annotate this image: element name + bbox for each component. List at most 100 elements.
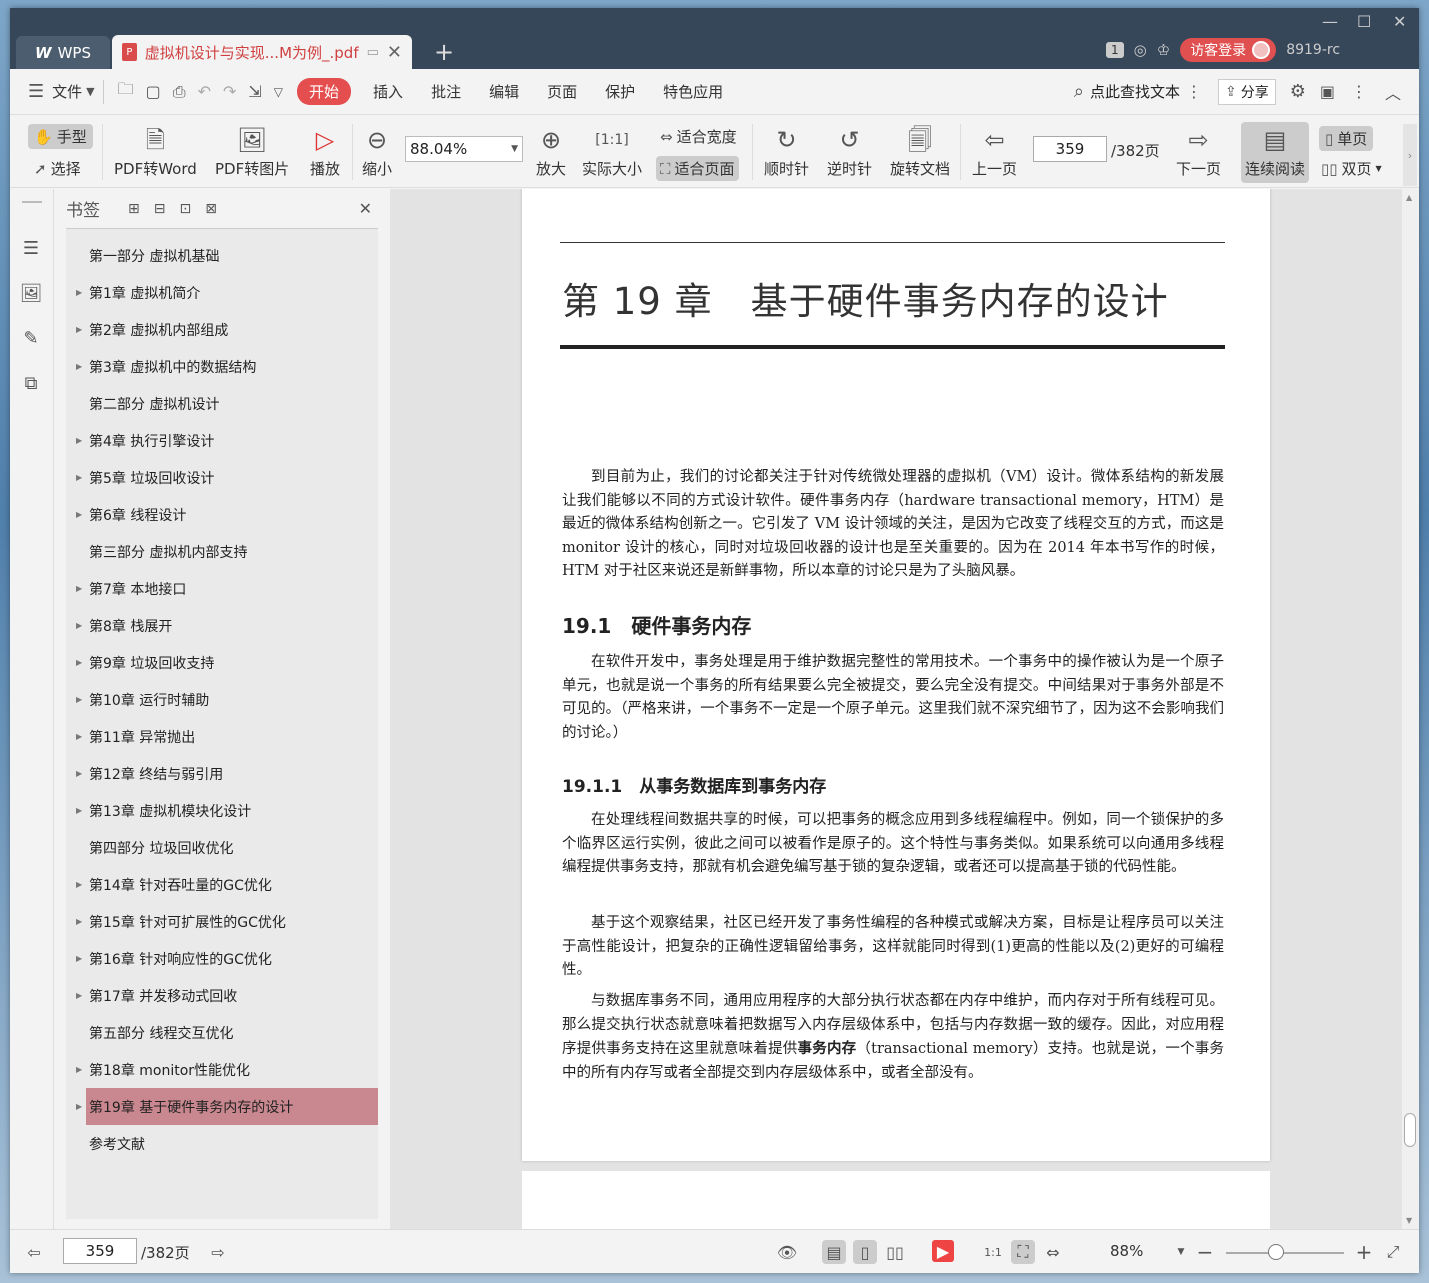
bookmark-item[interactable]: 第三部分 虚拟机内部支持 [66,533,378,570]
redo-icon[interactable]: ↷ [223,82,236,101]
tab-start[interactable]: 开始 [297,78,352,105]
close-icon[interactable]: ✕ [359,199,372,218]
rotate-clockwise-button[interactable]: ↻ 顺时针 [764,122,809,179]
eye-icon[interactable]: 👁 [775,1240,799,1264]
bookmark-item[interactable]: ▶ 第8章 栈展开 [66,607,378,644]
collapse-all-icon[interactable]: ⊟ [154,201,166,217]
expand-arrow-icon[interactable]: ▶ [76,1102,82,1111]
actual-size-icon[interactable]: 1:1 [981,1240,1005,1264]
bookmark-item[interactable]: ▶ 第15章 针对可扩展性的GC优化 [66,903,378,940]
expand-arrow-icon[interactable]: ▶ [76,658,82,667]
next-page-button[interactable]: ⇨ 下一页 [1176,122,1221,179]
attachment-icon[interactable]: ⧉ [20,372,42,394]
single-page-button[interactable]: ▯ 单页 [1319,126,1374,151]
thumbnail-icon[interactable]: 🖼 [20,282,43,304]
expand-arrow-icon[interactable]: ▶ [76,769,82,778]
chevron-down-icon[interactable]: ▼ [1169,1240,1193,1264]
tab-features[interactable]: 特色应用 [649,81,737,102]
play-icon[interactable]: ▶ [932,1240,954,1262]
hand-tool-button[interactable]: ✋ 手型 [28,124,93,149]
expand-arrow-icon[interactable]: ▶ [76,362,82,371]
bookmark-item[interactable]: ▶ 第16章 针对响应性的GC优化 [66,940,378,977]
bookmark-item[interactable]: ▶ 第5章 垃圾回收设计 [66,459,378,496]
expand-arrow-icon[interactable]: ▶ [76,621,82,630]
hamburger-icon[interactable]: ☰ [28,81,44,102]
continuous-view-icon[interactable]: ▤ [822,1240,846,1264]
chat-icon[interactable]: ▣ [1320,82,1335,101]
close-window-button[interactable]: ✕ [1393,12,1406,31]
ribbon-scroll-right[interactable]: › [1403,124,1417,186]
more-vertical-icon[interactable]: ⋮ [1186,82,1202,101]
wps-home-tab[interactable]: W WPS [16,36,110,69]
tab-comment[interactable]: 批注 [417,81,475,102]
fit-width-icon[interactable]: ⇔ [1041,1240,1065,1264]
monitor-icon[interactable]: ▭ [367,45,379,60]
status-page-input[interactable]: 359 [63,1238,137,1264]
scrollbar-thumb[interactable] [1404,1113,1416,1147]
bookmark-item[interactable]: ▶ 第10章 运行时辅助 [66,681,378,718]
bookmark-item[interactable]: ▶ 第1章 虚拟机简介 [66,274,378,311]
export-icon[interactable]: ⇲ [248,82,261,101]
status-zoom[interactable]: 88% [1110,1242,1143,1260]
collapse-ribbon-icon[interactable]: ︿ [1385,80,1401,104]
arrow-left-icon[interactable]: ⇦ [22,1240,46,1264]
search-icon[interactable]: ⌕ [1074,81,1084,102]
bookmark-item[interactable]: ▶ 第13章 虚拟机模块化设计 [66,792,378,829]
bookmark-item[interactable]: ▶ 第14章 针对吞吐量的GC优化 [66,866,378,903]
bookmark-item[interactable]: ▶ 第11章 异常抛出 [66,718,378,755]
annotation-icon[interactable]: ✎ [20,327,42,349]
vertical-scrollbar[interactable]: ▲ ▼ [1402,189,1419,1229]
double-page-view-icon[interactable]: ▯▯ [883,1240,907,1264]
previous-page-button[interactable]: ⇦ 上一页 [972,122,1017,179]
scroll-up-icon[interactable]: ▲ [1406,193,1412,202]
tab-protect[interactable]: 保护 [591,81,649,102]
document-viewer[interactable]: 第 19 章 基于硬件事务内存的设计 到目前为止，我们的讨论都关注于针对传统微处… [390,189,1402,1229]
bookmark-item[interactable]: 第一部分 虚拟机基础 [66,237,378,274]
bookmark-item[interactable]: ▶ 第9章 垃圾回收支持 [66,644,378,681]
expand-arrow-icon[interactable]: ▶ [76,584,82,593]
bookmark-item[interactable]: ▶ 第3章 虚拟机中的数据结构 [66,348,378,385]
save-icon[interactable]: ▢ [146,82,161,101]
expand-arrow-icon[interactable]: ▶ [76,954,82,963]
scroll-down-icon[interactable]: ▼ [1406,1216,1412,1225]
print-icon[interactable]: ⎙ [173,82,186,102]
fit-page-button[interactable]: ⛶ 适合页面 [656,156,739,181]
bookmark-item[interactable]: ▶ 第19章 基于硬件事务内存的设计 [76,1088,378,1125]
zoom-out-icon[interactable]: − [1193,1240,1217,1264]
maximize-button[interactable]: ☐ [1357,12,1371,31]
bookmark-item[interactable]: ▶ 第4章 执行引擎设计 [66,422,378,459]
expand-arrow-icon[interactable]: ▶ [76,880,82,889]
new-tab-button[interactable]: + [434,38,454,66]
chevron-down-icon[interactable]: ▼ [86,85,94,98]
tab-insert[interactable]: 插入 [359,81,417,102]
fit-page-icon[interactable]: ⛶ [1011,1240,1035,1264]
close-tab-icon[interactable]: ✕ [387,42,402,63]
expand-arrow-icon[interactable]: ▶ [76,695,82,704]
zoom-in-button[interactable]: ⊕ 放大 [536,122,566,179]
expand-arrow-icon[interactable]: ▶ [76,510,82,519]
expand-arrow-icon[interactable]: ▶ [76,806,82,815]
zoom-select[interactable]: 88.04% ▼ [405,136,523,162]
window-count-badge[interactable]: 1 [1106,42,1124,58]
bookmark-item[interactable]: 第四部分 垃圾回收优化 [66,829,378,866]
more-vertical-icon-2[interactable]: ⋮ [1351,82,1367,101]
bookmark-item[interactable]: ▶ 第6章 线程设计 [66,496,378,533]
open-folder-icon[interactable]: 🗀 [118,78,134,105]
bookmark-options-icon[interactable]: ⊠ [205,201,217,217]
fit-width-button[interactable]: ⇔ 适合宽度 [660,126,737,147]
continuous-reading-button[interactable]: ▤ 连续阅读 [1241,122,1310,183]
double-page-button[interactable]: ▯▯ 双页 ▼ [1321,158,1382,179]
rotate-document-button[interactable]: 🗐 旋转文档 [890,122,950,179]
arrow-right-icon[interactable]: ⇨ [206,1240,230,1264]
expand-arrow-icon[interactable]: ▶ [76,436,82,445]
single-page-view-icon[interactable]: ▯ [853,1240,877,1264]
rotate-counterclockwise-button[interactable]: ↺ 逆时针 [827,122,872,179]
expand-all-icon[interactable]: ⊞ [128,201,140,217]
login-button[interactable]: 访客登录 [1180,38,1277,62]
expand-arrow-icon[interactable]: ▶ [76,325,82,334]
pdf-to-word-button[interactable]: 🗎 PDF转Word [114,122,197,179]
expand-arrow-icon[interactable]: ▶ [76,991,82,1000]
page-number-input[interactable]: 359 [1033,136,1107,162]
bookmark-item[interactable]: ▶ 第7章 本地接口 [66,570,378,607]
add-bookmark-icon[interactable]: ⊡ [179,201,191,217]
